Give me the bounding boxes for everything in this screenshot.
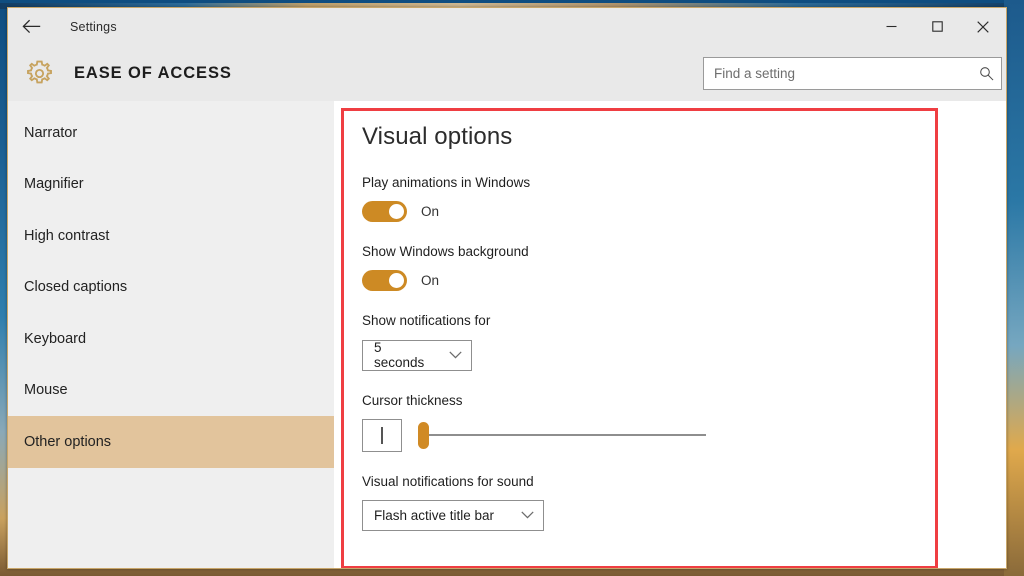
slider-track — [424, 434, 706, 436]
search-box[interactable] — [703, 57, 1002, 90]
sidebar-item-magnifier[interactable]: Magnifier — [8, 159, 334, 211]
setting-show-windows-background: Show Windows background On — [362, 244, 986, 291]
setting-cursor-thickness: Cursor thickness — [362, 393, 986, 452]
search-icon[interactable] — [971, 58, 1001, 89]
sidebar-item-mouse[interactable]: Mouse — [8, 365, 334, 417]
search-input[interactable] — [704, 58, 971, 89]
back-arrow-icon[interactable] — [8, 8, 54, 45]
toggle-knob — [389, 204, 404, 219]
sidebar-item-high-contrast[interactable]: High contrast — [8, 210, 334, 262]
slider-thumb[interactable] — [418, 422, 429, 449]
sidebar-item-closed-captions[interactable]: Closed captions — [8, 262, 334, 314]
visual-notifications-dropdown[interactable]: Flash active title bar — [362, 500, 544, 531]
toggle-knob — [389, 273, 404, 288]
content-pane: Visual options Play animations in Window… — [334, 101, 1006, 569]
setting-show-notifications-for: Show notifications for 5 seconds — [362, 313, 986, 371]
sidebar-item-label: Magnifier — [24, 176, 84, 192]
play-animations-state: On — [421, 204, 439, 219]
chevron-down-icon — [521, 511, 534, 519]
sidebar-item-other-options[interactable]: Other options — [8, 416, 334, 468]
dropdown-value: 5 seconds — [374, 340, 433, 370]
gear-icon — [24, 58, 54, 88]
cursor-thickness-slider[interactable] — [418, 419, 706, 452]
close-button[interactable] — [960, 8, 1006, 45]
setting-label: Show notifications for — [362, 313, 986, 328]
setting-label: Visual notifications for sound — [362, 474, 986, 489]
app-title: Settings — [70, 20, 117, 34]
setting-play-animations: Play animations in Windows On — [362, 175, 986, 222]
setting-visual-notifications-for-sound: Visual notifications for sound Flash act… — [362, 474, 986, 531]
sidebar-item-narrator[interactable]: Narrator — [8, 107, 334, 159]
sidebar-item-label: Mouse — [24, 382, 68, 398]
window-title-bar: Settings — [8, 8, 1006, 45]
setting-label: Play animations in Windows — [362, 175, 986, 190]
window-controls — [868, 8, 1006, 45]
chevron-down-icon — [449, 351, 462, 359]
sidebar-item-label: Other options — [24, 434, 111, 450]
setting-label: Cursor thickness — [362, 393, 986, 408]
page-header: EASE OF ACCESS — [8, 45, 1006, 101]
cursor-caret-icon — [381, 427, 383, 444]
settings-window: Settings — [7, 7, 1007, 569]
sidebar-item-label: Keyboard — [24, 331, 86, 347]
show-background-state: On — [421, 273, 439, 288]
sidebar-item-keyboard[interactable]: Keyboard — [8, 313, 334, 365]
sidebar-item-label: Closed captions — [24, 279, 127, 295]
page-title: EASE OF ACCESS — [74, 64, 232, 83]
play-animations-toggle[interactable] — [362, 201, 407, 222]
section-title: Visual options — [362, 123, 986, 151]
show-background-toggle[interactable] — [362, 270, 407, 291]
window-body: Narrator Magnifier High contrast Closed … — [8, 101, 1006, 569]
setting-label: Show Windows background — [362, 244, 986, 259]
show-notifications-dropdown[interactable]: 5 seconds — [362, 340, 472, 371]
desktop-wallpaper-right-edge — [1004, 0, 1024, 576]
sidebar-item-label: High contrast — [24, 228, 109, 244]
cursor-thickness-preview — [362, 419, 402, 452]
minimize-button[interactable] — [868, 8, 914, 45]
maximize-button[interactable] — [914, 8, 960, 45]
sidebar-nav: Narrator Magnifier High contrast Closed … — [8, 101, 334, 569]
sidebar-item-label: Narrator — [24, 125, 77, 141]
dropdown-value: Flash active title bar — [374, 508, 494, 523]
